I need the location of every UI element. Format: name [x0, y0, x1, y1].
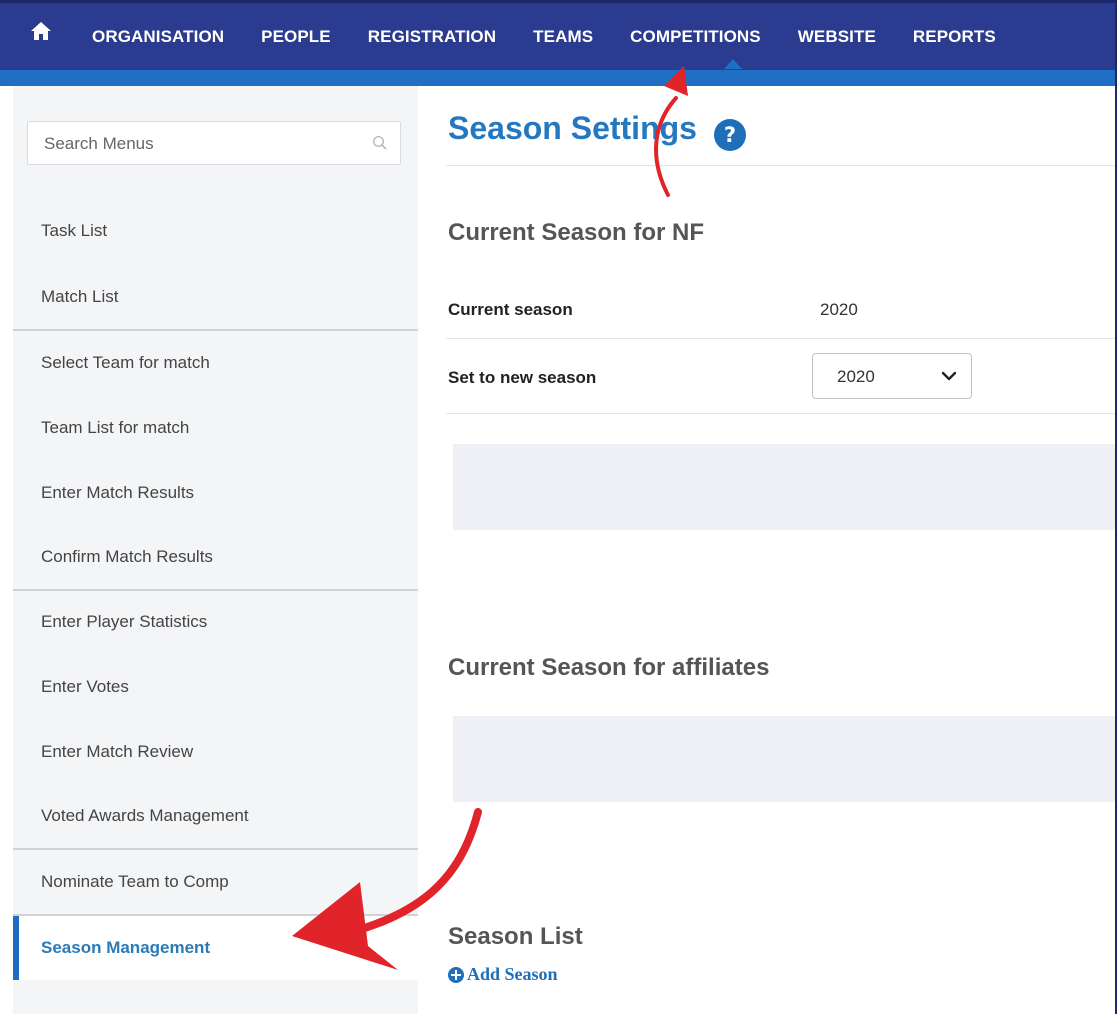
main-content: Season Settings ? Current Season for NF …	[418, 86, 1117, 1014]
help-icon[interactable]: ?	[713, 118, 747, 157]
sidebar-item-match-list[interactable]: Match List	[13, 265, 418, 329]
sidebar-item-select-team-for-match[interactable]: Select Team for match	[13, 331, 418, 395]
current-season-value: 2020	[820, 300, 858, 319]
nav-accent-stripe	[0, 70, 1117, 86]
nav-reports[interactable]: REPORTS	[913, 27, 996, 47]
sidebar-item-enter-match-review[interactable]: Enter Match Review	[13, 720, 418, 784]
row-divider	[446, 413, 1117, 414]
plus-circle-icon	[448, 966, 464, 983]
add-season-label: Add Season	[467, 964, 558, 984]
svg-text:?: ?	[724, 123, 736, 147]
add-season-link[interactable]: Add Season	[448, 964, 558, 985]
search-menus-input[interactable]	[42, 122, 366, 166]
top-navigation-bar: ORGANISATION PEOPLE REGISTRATION TEAMS C…	[0, 0, 1117, 86]
new-season-selected-value: 2020	[837, 367, 875, 386]
sidebar-item-confirm-match-results[interactable]: Confirm Match Results	[13, 525, 418, 589]
nav-organisation[interactable]: ORGANISATION	[92, 27, 224, 47]
affiliates-season-panel	[453, 716, 1117, 802]
nf-season-panel	[453, 444, 1117, 530]
current-season-nf-heading: Current Season for NF	[448, 219, 705, 246]
search-icon[interactable]	[372, 135, 388, 156]
search-menus-box[interactable]	[27, 121, 401, 166]
row-divider	[446, 338, 1117, 339]
sidebar-menu: Task List Match List Select Team for mat…	[13, 86, 418, 1014]
sidebar-item-voted-awards-management[interactable]: Voted Awards Management	[13, 784, 418, 848]
nav-teams[interactable]: TEAMS	[533, 27, 593, 47]
nav-items: ORGANISATION PEOPLE REGISTRATION TEAMS C…	[30, 22, 1033, 47]
nav-website[interactable]: WEBSITE	[798, 27, 876, 47]
sidebar-item-enter-player-statistics[interactable]: Enter Player Statistics	[13, 590, 418, 654]
sidebar-item-task-list[interactable]: Task List	[13, 199, 418, 263]
sidebar-item-enter-votes[interactable]: Enter Votes	[13, 655, 418, 719]
sidebar-item-team-list-for-match[interactable]: Team List for match	[13, 396, 418, 460]
nav-people[interactable]: PEOPLE	[261, 27, 331, 47]
current-season-affiliates-heading: Current Season for affiliates	[448, 654, 770, 681]
active-nav-indicator	[724, 59, 742, 69]
current-season-label: Current season	[448, 300, 573, 319]
chevron-down-icon	[941, 368, 957, 389]
nav-registration[interactable]: REGISTRATION	[368, 27, 496, 47]
home-icon[interactable]	[30, 21, 52, 41]
nav-competitions[interactable]: COMPETITIONS	[630, 27, 761, 47]
sidebar-item-nominate-team-to-comp[interactable]: Nominate Team to Comp	[13, 850, 418, 914]
page-title: Season Settings	[448, 110, 697, 146]
sidebar-item-enter-match-results[interactable]: Enter Match Results	[13, 461, 418, 525]
season-list-heading: Season List	[448, 923, 583, 950]
sidebar-item-season-management[interactable]: Season Management	[13, 916, 418, 980]
new-season-label: Set to new season	[448, 368, 597, 387]
new-season-select[interactable]: 2020	[812, 353, 972, 399]
title-divider	[446, 165, 1117, 166]
